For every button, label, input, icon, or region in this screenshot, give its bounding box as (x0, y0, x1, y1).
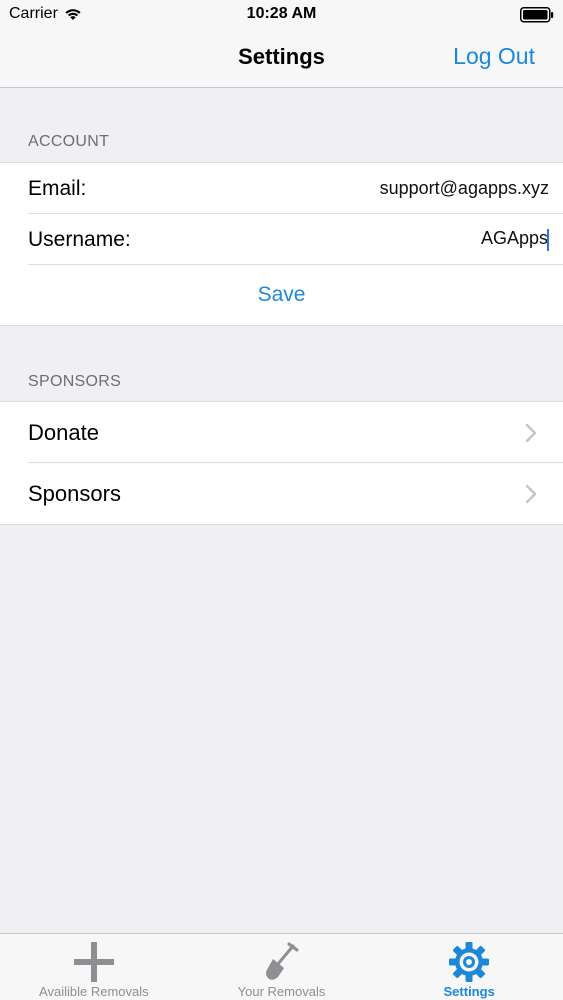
tab-your-removals[interactable]: Your Removals (188, 934, 376, 1000)
username-label: Username: (28, 227, 131, 251)
status-time: 10:28 AM (246, 5, 317, 22)
tab-label: Your Removals (237, 984, 326, 999)
sponsors-group: Donate Sponsors (0, 401, 563, 525)
tab-label: Settings (443, 984, 495, 999)
donate-row[interactable]: Donate (0, 402, 563, 463)
tab-bar: Availible Removals Your Removals Setting… (0, 933, 563, 1000)
email-field[interactable] (249, 178, 549, 199)
username-row: Username: AGApps (0, 214, 563, 265)
chevron-right-icon (525, 484, 537, 503)
save-button[interactable]: Save (0, 265, 563, 325)
sponsors-section-header: SPONSORS (28, 373, 122, 390)
shovel-icon (265, 942, 298, 980)
navigation-bar: Settings Log Out (0, 30, 563, 88)
donate-label: Donate (28, 419, 99, 445)
email-label: Email: (28, 176, 87, 200)
chevron-right-icon (525, 423, 537, 442)
sponsors-label: Sponsors (28, 480, 121, 506)
username-field[interactable]: AGApps (480, 228, 549, 251)
email-row: Email: (0, 163, 563, 214)
battery-icon (520, 7, 554, 23)
tab-availible-removals[interactable]: Availible Removals (0, 934, 188, 1000)
text-cursor (547, 228, 549, 251)
status-bar: Carrier 10:28 AM (0, 0, 563, 30)
username-value: AGApps (480, 228, 548, 249)
gear-icon (449, 942, 490, 982)
tab-settings[interactable]: Settings (375, 934, 563, 1000)
plus-icon (73, 942, 114, 982)
tab-label: Availible Removals (39, 984, 149, 999)
account-section-header: ACCOUNT (28, 133, 110, 150)
account-group: Email: Username: AGApps Save (0, 162, 563, 326)
log-out-button[interactable]: Log Out (453, 43, 535, 70)
sponsors-row[interactable]: Sponsors (0, 463, 563, 524)
